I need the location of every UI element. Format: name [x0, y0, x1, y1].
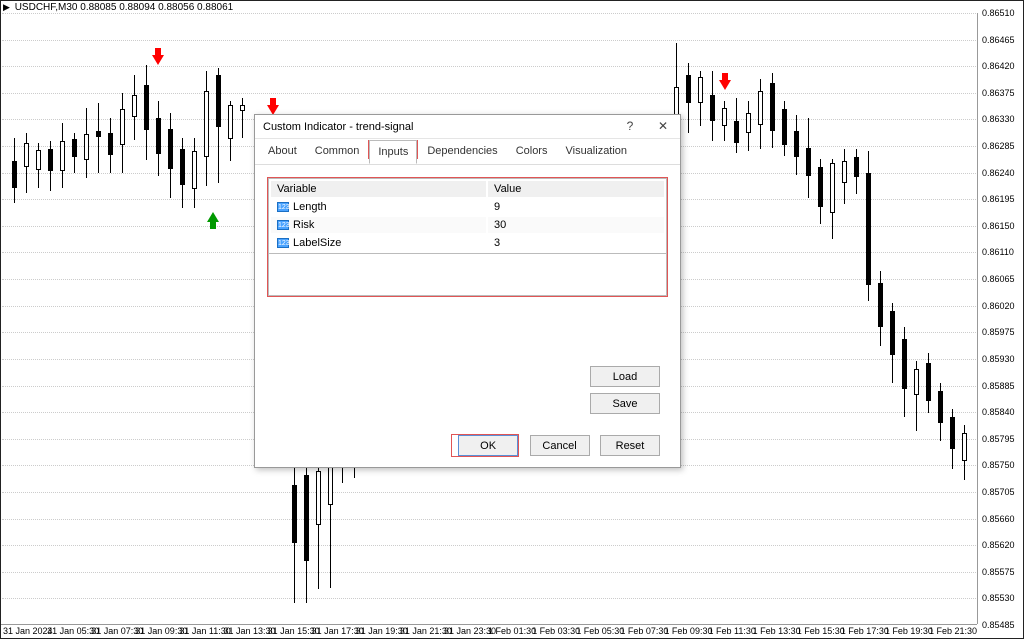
x-tick: 1 Feb 11:30	[709, 626, 756, 636]
y-tick: 0.85975	[982, 327, 1015, 337]
signal-arrow-down-icon	[719, 80, 731, 90]
signal-arrow-down-icon	[152, 55, 164, 65]
inputs-highlight-box: Variable Value 123 Length 9 123 Risk 30 123 Lab…	[267, 177, 668, 297]
cancel-button[interactable]: Cancel	[530, 435, 590, 456]
var-value[interactable]: 9	[488, 199, 664, 215]
x-tick: 1 Feb 09:30	[664, 626, 712, 636]
symbol-line: ▶ USDCHF,M30 0.88085 0.88094 0.88056 0.8…	[3, 2, 233, 13]
help-button[interactable]: ?	[615, 115, 645, 137]
y-tick: 0.86330	[982, 114, 1015, 124]
ok-highlight-box: OK	[451, 434, 519, 457]
y-tick: 0.85485	[982, 620, 1015, 630]
var-value[interactable]: 30	[488, 217, 664, 233]
gridline	[2, 40, 976, 41]
tab-common[interactable]: Common	[306, 139, 369, 162]
inputs-grid[interactable]: Variable Value 123 Length 9 123 Risk 30 123 Lab…	[268, 178, 667, 254]
tab-about[interactable]: About	[259, 139, 306, 162]
y-tick: 0.85705	[982, 487, 1015, 497]
tab-inputs[interactable]: Inputs	[369, 140, 417, 164]
gridline	[2, 519, 976, 520]
x-tick: 1 Feb 15:30	[797, 626, 845, 636]
signal-arrow-up-icon	[207, 212, 219, 222]
y-tick: 0.85750	[982, 460, 1015, 470]
gridline	[2, 66, 976, 67]
tab-colors[interactable]: Colors	[507, 139, 557, 162]
dialog-titlebar[interactable]: Custom Indicator - trend-signal ? ✕	[255, 115, 680, 139]
x-tick: 1 Feb 17:30	[841, 626, 889, 636]
var-value[interactable]: 3	[488, 235, 664, 251]
y-tick: 0.85575	[982, 567, 1015, 577]
input-row[interactable]: 123 Length 9	[271, 199, 664, 215]
gridline	[2, 572, 976, 573]
gridline	[2, 545, 976, 546]
play-icon: ▶	[3, 2, 10, 13]
y-tick: 0.86375	[982, 88, 1015, 98]
x-tick: 1 Feb 01:30	[488, 626, 536, 636]
y-tick: 0.85840	[982, 407, 1015, 417]
y-tick: 0.86150	[982, 221, 1015, 231]
y-tick: 0.85620	[982, 540, 1015, 550]
y-tick: 0.86195	[982, 194, 1015, 204]
col-variable: Variable	[277, 183, 317, 195]
var-name: Risk	[293, 219, 314, 231]
tab-bar: AboutCommonInputsDependenciesColorsVisua…	[255, 139, 680, 165]
gridline	[2, 492, 976, 493]
y-tick: 0.86465	[982, 35, 1015, 45]
y-tick: 0.86065	[982, 274, 1015, 284]
y-tick: 0.86510	[982, 8, 1015, 18]
inputs-tab-highlight: Inputs	[368, 140, 418, 159]
input-row[interactable]: 123 LabelSize 3	[271, 235, 664, 251]
y-tick: 0.86285	[982, 141, 1015, 151]
col-value: Value	[494, 183, 521, 195]
tab-visualization[interactable]: Visualization	[556, 139, 636, 162]
close-icon[interactable]: ✕	[648, 115, 678, 137]
numeric-icon: 123	[277, 220, 289, 230]
custom-indicator-dialog: Custom Indicator - trend-signal ? ✕ Abou…	[254, 114, 681, 468]
y-axis: 0.865100.864650.864200.863750.863300.862…	[977, 13, 1023, 624]
x-tick: 1 Feb 03:30	[532, 626, 580, 636]
save-button[interactable]: Save	[590, 393, 660, 414]
var-name: LabelSize	[293, 237, 341, 249]
x-tick: 1 Feb 13:30	[753, 626, 801, 636]
tab-dependencies[interactable]: Dependencies	[418, 139, 506, 162]
y-tick: 0.85530	[982, 593, 1015, 603]
x-tick: 1 Feb 07:30	[620, 626, 668, 636]
x-tick: 1 Feb 21:30	[929, 626, 977, 636]
y-tick: 0.86020	[982, 301, 1015, 311]
numeric-icon: 123	[277, 238, 289, 248]
dialog-title-text: Custom Indicator - trend-signal	[263, 121, 413, 133]
x-tick: 31 Jan 2024	[3, 626, 53, 636]
y-tick: 0.85660	[982, 514, 1015, 524]
y-tick: 0.86420	[982, 61, 1015, 71]
var-name: Length	[293, 201, 327, 213]
x-tick: 1 Feb 19:30	[885, 626, 933, 636]
input-row[interactable]: 123 Risk 30	[271, 217, 664, 233]
y-tick: 0.85795	[982, 434, 1015, 444]
x-axis: 31 Jan 202431 Jan 05:3031 Jan 07:3031 Ja…	[1, 624, 977, 638]
gridline	[2, 13, 976, 14]
symbol-text: USDCHF,M30 0.88085 0.88094 0.88056 0.880…	[15, 2, 234, 13]
y-tick: 0.86240	[982, 168, 1015, 178]
y-tick: 0.85930	[982, 354, 1015, 364]
numeric-icon: 123	[277, 202, 289, 212]
load-button[interactable]: Load	[590, 366, 660, 387]
reset-button[interactable]: Reset	[600, 435, 660, 456]
y-tick: 0.86110	[982, 247, 1014, 257]
ok-button[interactable]: OK	[458, 435, 518, 456]
x-tick: 1 Feb 05:30	[576, 626, 624, 636]
y-tick: 0.85885	[982, 381, 1015, 391]
gridline	[2, 598, 976, 599]
